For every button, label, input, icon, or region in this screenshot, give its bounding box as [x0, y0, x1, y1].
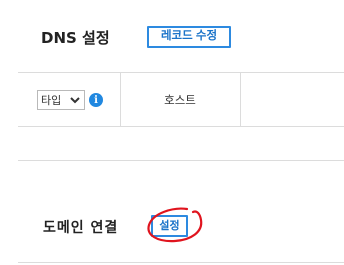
divider	[18, 160, 344, 161]
dns-settings-header: DNS 설정 레코드 수정	[0, 0, 344, 72]
dns-settings-title: DNS 설정	[41, 29, 110, 47]
record-edit-button[interactable]: 레코드 수정	[147, 26, 231, 48]
type-select-value: 타입	[41, 94, 62, 107]
records-table-header: 타입 i 호스트	[18, 73, 344, 126]
host-column-header: 호스트	[164, 92, 196, 107]
domain-setting-button[interactable]: 설정	[151, 215, 188, 237]
type-select[interactable]: 타입	[37, 90, 85, 110]
domain-connection-title: 도메인 연결	[43, 220, 119, 236]
column-divider	[240, 73, 241, 126]
divider	[18, 262, 344, 263]
info-icon[interactable]: i	[89, 93, 103, 107]
chevron-down-icon	[70, 97, 80, 104]
divider	[18, 126, 344, 127]
